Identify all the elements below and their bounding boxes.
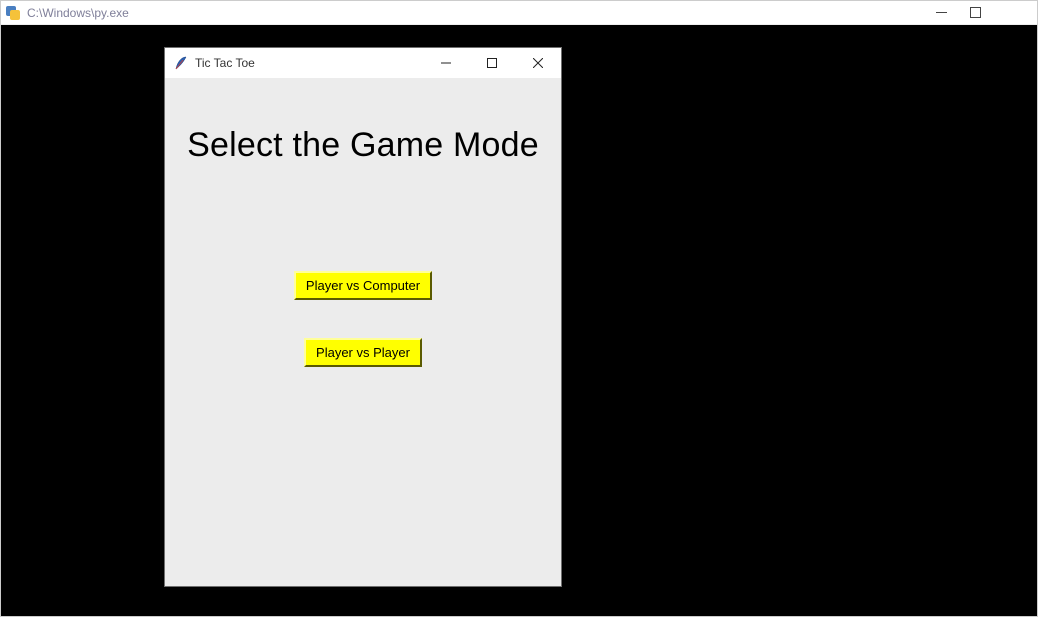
tk-titlebar: Tic Tac Toe bbox=[165, 48, 561, 78]
tk-window-controls bbox=[423, 48, 561, 78]
python-launcher-icon bbox=[5, 5, 21, 21]
maximize-icon[interactable] bbox=[469, 48, 515, 78]
tk-client-area: Select the Game Mode Player vs Computer … bbox=[165, 78, 561, 586]
player-vs-computer-button[interactable]: Player vs Computer bbox=[294, 271, 432, 300]
player-vs-player-button[interactable]: Player vs Player bbox=[304, 338, 422, 367]
tk-feather-icon bbox=[173, 55, 189, 71]
minimize-icon[interactable] bbox=[423, 48, 469, 78]
console-window-controls bbox=[935, 7, 1033, 19]
maximize-icon[interactable] bbox=[969, 7, 981, 19]
minimize-icon[interactable] bbox=[935, 7, 947, 19]
console-title: C:\Windows\py.exe bbox=[27, 6, 935, 20]
console-window: C:\Windows\py.exe Tic Tac To bbox=[0, 0, 1038, 617]
console-titlebar: C:\Windows\py.exe bbox=[1, 1, 1037, 25]
page-title: Select the Game Mode bbox=[187, 126, 539, 165]
tk-title: Tic Tac Toe bbox=[195, 56, 423, 70]
console-client-area: Tic Tac Toe Select the Game Mode Player … bbox=[1, 25, 1037, 616]
tk-window: Tic Tac Toe Select the Game Mode Player … bbox=[164, 47, 562, 587]
close-icon[interactable] bbox=[515, 48, 561, 78]
